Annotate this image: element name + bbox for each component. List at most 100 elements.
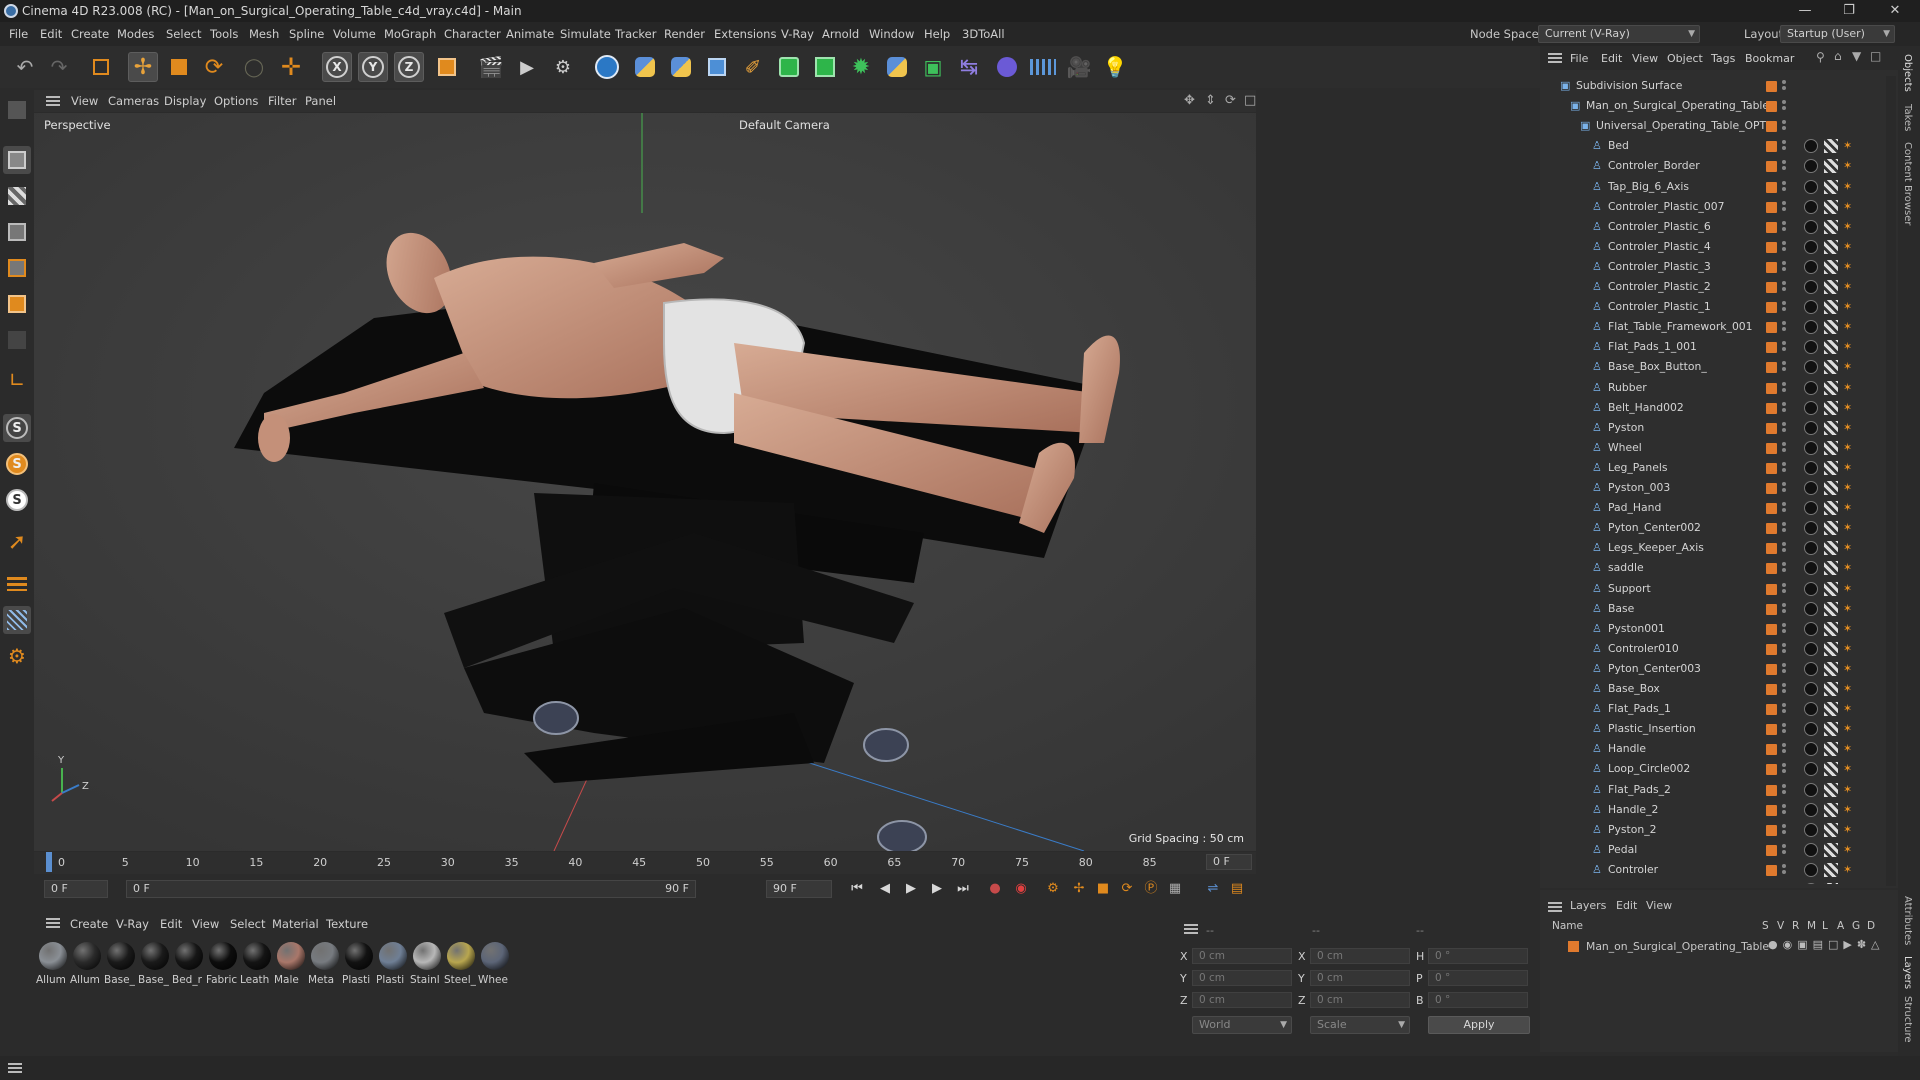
material-tag-icon[interactable]: [1804, 561, 1818, 576]
coordinate-system-icon[interactable]: [432, 52, 462, 82]
filter-icon[interactable]: ▼: [1852, 49, 1861, 63]
texture-mode-icon[interactable]: [3, 182, 31, 210]
visibility-dots-icon[interactable]: [1782, 220, 1786, 233]
menu-hamburger-icon[interactable]: [1548, 902, 1562, 912]
viewport-menu-cameras[interactable]: Cameras: [108, 94, 159, 108]
layer-row[interactable]: Man_on_Surgical_Operating_Table ●◉▣▤□▶✽△: [1540, 938, 1898, 956]
layer-color-swatch[interactable]: [1766, 724, 1777, 736]
move-tool-icon[interactable]: ✢: [128, 52, 158, 82]
layer-color-swatch[interactable]: [1766, 503, 1777, 515]
visibility-dots-icon[interactable]: [1782, 281, 1786, 293]
menu-extensions[interactable]: Extensions: [714, 22, 776, 46]
layer-color-swatch[interactable]: [1766, 282, 1777, 293]
material-tag-icon[interactable]: [1804, 782, 1818, 797]
texture-tag-icon[interactable]: [1824, 199, 1838, 214]
object-menu-edit[interactable]: Edit: [1601, 52, 1622, 65]
tab-takes[interactable]: Takes: [1902, 104, 1913, 131]
material-tag-icon[interactable]: [1804, 621, 1818, 636]
material-tag-icon[interactable]: [1804, 219, 1818, 234]
layer-color-swatch[interactable]: [1766, 704, 1777, 716]
object-row[interactable]: ♙ Flat_Pads_1 ✶: [1540, 699, 1880, 719]
live-selection-icon[interactable]: [86, 52, 116, 82]
menu-spline[interactable]: Spline: [289, 22, 324, 46]
texture-tag-icon[interactable]: [1824, 782, 1838, 797]
go-to-end-icon[interactable]: ⏭: [952, 879, 974, 899]
object-row[interactable]: ♙ Plastic_Insertion ✶: [1540, 719, 1880, 739]
texture-tag-icon[interactable]: [1824, 219, 1838, 234]
start-frame-field[interactable]: 0 F: [44, 880, 108, 898]
extrude-icon[interactable]: [810, 52, 840, 82]
field-icon[interactable]: [992, 52, 1022, 82]
menu-simulate[interactable]: Simulate: [560, 22, 611, 46]
material-swatch[interactable]: Allum: [36, 942, 70, 986]
vray-tag-icon[interactable]: ✶: [1843, 823, 1855, 836]
layer-color-swatch[interactable]: [1766, 462, 1777, 474]
visibility-dots-icon[interactable]: [1782, 602, 1786, 615]
object-menu-view[interactable]: View: [1632, 52, 1658, 65]
material-tag-icon[interactable]: [1804, 802, 1818, 817]
material-tag-icon[interactable]: [1804, 742, 1818, 757]
rot-h-field[interactable]: 0 °: [1428, 948, 1528, 964]
material-tag-icon[interactable]: [1804, 380, 1818, 395]
layer-color-swatch[interactable]: [1766, 382, 1777, 394]
pos-z-field[interactable]: 0 cm: [1192, 992, 1292, 1008]
size-z-field[interactable]: 0 cm: [1310, 992, 1410, 1008]
key-position-icon[interactable]: ✢: [1068, 879, 1090, 899]
vray-tag-icon[interactable]: ✶: [1843, 743, 1855, 755]
vray-tag-icon[interactable]: ✶: [1843, 381, 1855, 394]
size-x-field[interactable]: 0 cm: [1310, 948, 1410, 964]
visibility-dots-icon[interactable]: [1782, 582, 1786, 595]
layer-color-swatch[interactable]: [1766, 362, 1777, 374]
vray-tag-icon[interactable]: ✶: [1843, 260, 1855, 273]
layer-color-swatch[interactable]: [1766, 623, 1777, 635]
visibility-dots-icon[interactable]: [1782, 140, 1786, 152]
tab-structure[interactable]: Structure: [1902, 996, 1913, 1043]
object-menu-object[interactable]: Object: [1667, 52, 1703, 65]
visibility-dots-icon[interactable]: [1782, 120, 1786, 132]
grid-icon[interactable]: [3, 606, 31, 634]
visibility-dots-icon[interactable]: [1782, 843, 1786, 856]
texture-tag-icon[interactable]: [1824, 300, 1838, 315]
visibility-dots-icon[interactable]: [1782, 381, 1786, 394]
layer-color-swatch[interactable]: [1766, 241, 1777, 253]
coord-mode-select[interactable]: Scale ▼: [1310, 1016, 1410, 1034]
vray-tag-icon[interactable]: ✶: [1843, 281, 1855, 293]
menu-hamburger-icon[interactable]: [8, 1063, 22, 1073]
layer-color-swatch[interactable]: [1766, 483, 1777, 494]
material-tag-icon[interactable]: [1804, 541, 1818, 556]
object-row[interactable]: ♙ Flat_Pads_2 ✶: [1540, 780, 1880, 800]
texture-tag-icon[interactable]: [1824, 501, 1838, 516]
visibility-dots-icon[interactable]: [1782, 260, 1786, 273]
vray-tag-icon[interactable]: ✶: [1843, 723, 1855, 735]
prev-key-icon[interactable]: ◀: [874, 879, 896, 899]
mograph-icon[interactable]: ▣: [918, 52, 948, 82]
vray-tag-icon[interactable]: ✶: [1843, 622, 1855, 635]
object-row[interactable]: ♙ Leg_Panels ✶: [1540, 458, 1880, 478]
material-tag-icon[interactable]: [1804, 320, 1818, 335]
visibility-dots-icon[interactable]: [1782, 642, 1786, 655]
vray-tag-icon[interactable]: ✶: [1843, 803, 1855, 816]
visibility-dots-icon[interactable]: [1782, 522, 1786, 534]
visibility-dots-icon[interactable]: [1782, 341, 1786, 353]
undo-icon[interactable]: ↶: [10, 52, 40, 82]
layer-color-swatch[interactable]: [1766, 201, 1777, 213]
visibility-dots-icon[interactable]: [1782, 542, 1786, 554]
visibility-dots-icon[interactable]: [1782, 823, 1786, 836]
layer-color-swatch[interactable]: [1766, 824, 1777, 836]
material-swatch[interactable]: Allum: [70, 942, 104, 986]
layer-color-swatch[interactable]: [1766, 261, 1777, 273]
layer-color-swatch[interactable]: [1766, 81, 1777, 92]
object-menu-tags[interactable]: Tags: [1711, 52, 1735, 65]
visibility-dots-icon[interactable]: [1782, 482, 1786, 494]
vray-tag-icon[interactable]: ✶: [1843, 502, 1855, 514]
menu-mesh[interactable]: Mesh: [249, 22, 279, 46]
object-row[interactable]: ♙ Rubber ✶: [1540, 378, 1880, 398]
visibility-dots-icon[interactable]: [1782, 703, 1786, 715]
vray-tag-icon[interactable]: ✶: [1843, 361, 1855, 373]
texture-tag-icon[interactable]: [1824, 762, 1838, 777]
vray-tag-icon[interactable]: ✶: [1843, 482, 1855, 494]
texture-tag-icon[interactable]: [1824, 883, 1838, 884]
object-row[interactable]: ♙ Base ✶: [1540, 599, 1880, 619]
go-to-start-icon[interactable]: ⏮: [846, 879, 868, 899]
object-row[interactable]: ♙ Pyston_2 ✶: [1540, 820, 1880, 840]
